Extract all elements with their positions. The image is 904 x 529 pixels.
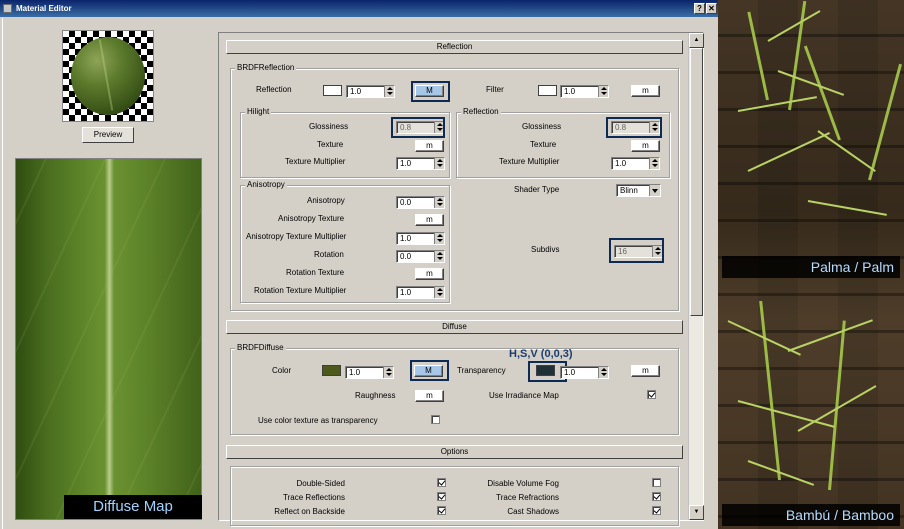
preview-button[interactable]: Preview <box>82 127 134 143</box>
rotation-texture-map-button[interactable]: m <box>415 268 444 280</box>
diffuse-color-label: Color <box>272 366 292 375</box>
hsv-annotation: H,S,V (0,0,3) <box>509 348 573 360</box>
rotation-texture-multiplier-label: Rotation Texture Multiplier <box>254 286 347 295</box>
trace-refractions-label: Trace Refractions <box>496 493 559 502</box>
use-irradiance-map-checkbox[interactable] <box>647 390 656 399</box>
window-titlebar: Material Editor ? ✕ <box>0 0 718 17</box>
trace-reflections-label: Trace Reflections <box>283 493 345 502</box>
app-icon <box>3 4 12 13</box>
reflection-texture-label: Texture <box>530 140 557 149</box>
reflection-label: Reflection <box>256 85 292 94</box>
scroll-down-arrow-icon[interactable]: ▼ <box>689 505 704 520</box>
color-as-transparency-label: Use color texture as transparency <box>258 416 378 425</box>
disable-volume-fog-checkbox[interactable] <box>652 478 661 487</box>
filter-label: Filter <box>486 85 504 94</box>
diffuse-color-map-highlight <box>410 360 449 381</box>
panel-scrollbar[interactable]: ▲ ▼ <box>688 33 704 520</box>
shader-type-dropdown[interactable]: Blinn <box>616 184 661 197</box>
reflection-color-swatch[interactable] <box>323 85 342 96</box>
reflection-rollout-header[interactable]: Reflection <box>226 40 683 54</box>
reflection-amount-spinner[interactable]: 1.0 <box>346 85 395 98</box>
diffuse-rollout-header[interactable]: Diffuse <box>226 320 683 334</box>
anisotropy-spinner[interactable]: 0.0 <box>396 196 445 209</box>
reflect-on-backside-label: Reflect on Backside <box>274 507 345 516</box>
hilight-group-title: Hilight <box>245 107 272 117</box>
anisotropy-group-title: Anisotropy <box>245 180 287 190</box>
hilight-texture-label: Texture <box>317 140 344 149</box>
reflection-sub-group-title: Reflection <box>461 107 501 117</box>
reflection-texture-map-button[interactable]: m <box>631 140 660 152</box>
trace-refractions-checkbox[interactable] <box>652 492 661 501</box>
reflection-glossiness-label: Glossiness <box>522 122 562 131</box>
subdivs-highlight <box>609 238 664 263</box>
roughness-map-button[interactable]: m <box>415 390 444 402</box>
rotation-texture-label: Rotation Texture <box>286 268 345 277</box>
anisotropy-texture-multiplier-spinner[interactable]: 1.0 <box>396 232 445 245</box>
rotation-texture-multiplier-spinner[interactable]: 1.0 <box>396 286 445 299</box>
diffuse-color-swatch[interactable] <box>322 365 341 376</box>
rotation-spinner[interactable]: 0.0 <box>396 250 445 263</box>
rotation-label: Rotation <box>314 250 344 259</box>
bamboo-photo-label: Bambú / Bamboo <box>722 504 900 526</box>
anisotropy-label: Anisotropy <box>307 196 345 205</box>
cast-shadows-checkbox[interactable] <box>652 506 661 515</box>
diffuse-map-image <box>15 158 202 520</box>
reflect-on-backside-checkbox[interactable] <box>437 506 446 515</box>
reflection-map-highlight <box>411 81 450 102</box>
options-rollout-header[interactable]: Options <box>226 445 683 459</box>
subdivs-label: Subdivs <box>531 245 560 254</box>
disable-volume-fog-label: Disable Volume Fog <box>487 479 559 488</box>
hilight-glossiness-highlight <box>391 117 445 138</box>
filter-amount-spinner[interactable]: 1.0 <box>560 85 609 98</box>
cast-shadows-label: Cast Shadows <box>507 507 559 516</box>
material-preview-sphere <box>62 30 154 122</box>
scroll-thumb[interactable] <box>690 48 703 316</box>
palm-photo-label: Palma / Palm <box>722 256 900 278</box>
use-irradiance-map-label: Use Irradiance Map <box>489 391 559 400</box>
hilight-texture-map-button[interactable]: m <box>415 140 444 152</box>
transparency-amount-spinner[interactable]: 1.0 <box>560 366 609 379</box>
hilight-glossiness-label: Glossiness <box>309 122 349 131</box>
transparency-map-button[interactable]: m <box>631 365 660 377</box>
filter-map-button[interactable]: m <box>631 85 660 97</box>
trace-reflections-checkbox[interactable] <box>437 492 446 501</box>
chevron-down-icon <box>649 185 660 196</box>
brdf-diffuse-group-title: BRDFDiffuse <box>235 343 286 353</box>
roughness-label: Raughness <box>355 391 396 400</box>
double-sided-checkbox[interactable] <box>437 478 446 487</box>
reflection-texture-multiplier-spinner[interactable]: 1.0 <box>611 157 660 170</box>
color-as-transparency-checkbox[interactable] <box>431 415 440 424</box>
diffuse-map-label: Diffuse Map <box>64 495 202 519</box>
anisotropy-texture-label: Anisotropy Texture <box>278 214 345 223</box>
reflection-glossiness-highlight <box>606 117 662 138</box>
hilight-texture-multiplier-label: Texture Multiplier <box>285 157 346 166</box>
shader-type-label: Shader Type <box>514 185 560 194</box>
filter-color-swatch[interactable] <box>538 85 557 96</box>
close-button[interactable]: ✕ <box>706 3 717 14</box>
anisotropy-texture-map-button[interactable]: m <box>415 214 444 226</box>
scroll-up-arrow-icon[interactable]: ▲ <box>689 33 704 48</box>
help-button[interactable]: ? <box>694 3 705 14</box>
anisotropy-texture-multiplier-label: Anisotropy Texture Multiplier <box>246 232 347 241</box>
transparency-label: Transparency <box>457 366 506 375</box>
double-sided-label: Double-Sided <box>296 479 345 488</box>
reflection-texture-multiplier-label: Texture Multiplier <box>499 157 560 166</box>
hilight-texture-multiplier-spinner[interactable]: 1.0 <box>396 157 445 170</box>
window-title: Material Editor <box>16 4 72 13</box>
diffuse-color-amount-spinner[interactable]: 1.0 <box>345 366 394 379</box>
brdf-reflection-group-title: BRDFReflection <box>235 63 297 73</box>
